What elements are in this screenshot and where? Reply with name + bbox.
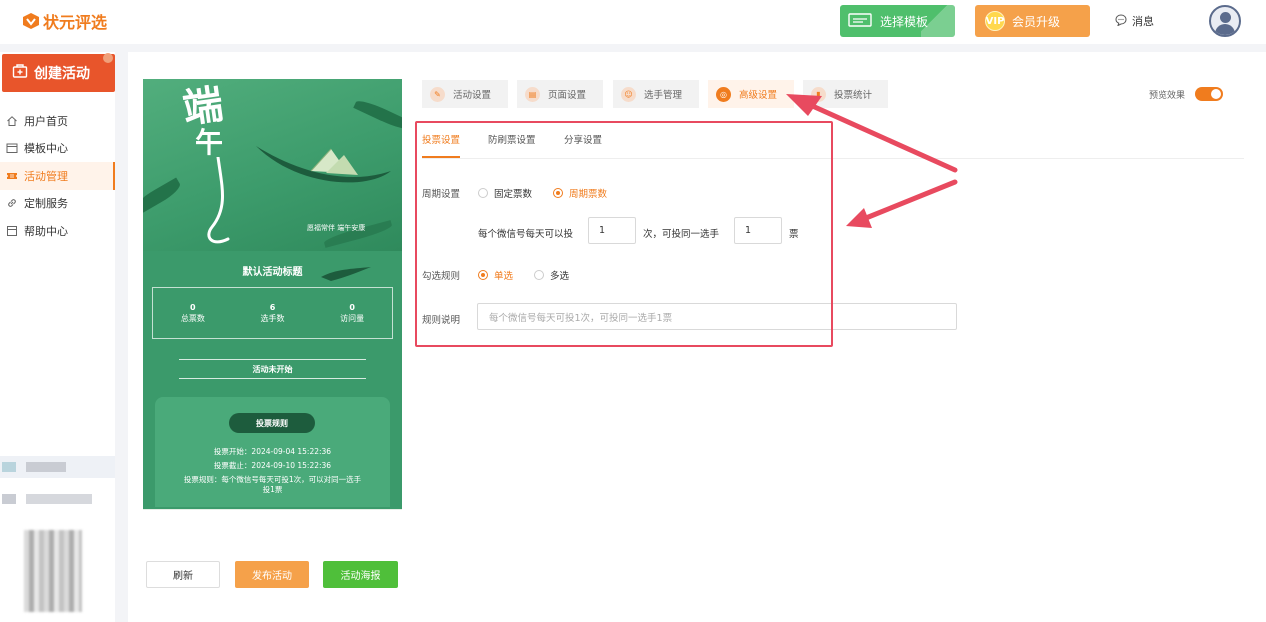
sidebar-item-label: 帮助中心 <box>24 224 68 238</box>
sidebar-item-home[interactable]: 用户首页 <box>0 107 115 135</box>
logo[interactable]: 状元评选 <box>22 9 107 33</box>
leaf-decoration <box>353 96 402 134</box>
vip-upgrade-button[interactable]: VIP 会员升级 <box>975 5 1090 37</box>
template-icon <box>6 142 18 154</box>
preview-stats: 0 总票数 6 选手数 0 访问量 <box>152 287 393 339</box>
sidebar-item-custom-service[interactable]: 定制服务 <box>0 190 115 218</box>
tab-label: 页面设置 <box>548 90 587 101</box>
vote-start: 投票开始：2024-09-04 15:22:36 <box>213 447 332 456</box>
tab-label: 选手管理 <box>644 90 683 101</box>
preview-tagline: 愿福常伴 端午安康 <box>307 223 365 233</box>
preview-banner: 端 午 愿福常伴 端午安康 <box>143 79 402 251</box>
decoration <box>921 5 955 37</box>
preview-toggle-label: 预览效果 <box>1149 90 1186 101</box>
preview-toggle-switch[interactable] <box>1195 87 1224 101</box>
leaf-decoration <box>143 177 184 215</box>
stat-value: 6 <box>269 303 276 312</box>
sidebar-item-label: 定制服务 <box>24 197 68 211</box>
page-settings-icon: ▤ <box>525 86 540 102</box>
sidebar-item-templates[interactable]: 模板中心 <box>0 135 115 163</box>
sidebar-item-label: 用户首页 <box>24 114 68 128</box>
stat-value: 0 <box>349 303 355 312</box>
tab-label: 高级设置 <box>739 90 778 101</box>
calligraphy-char: 午 <box>195 126 224 159</box>
stat-label: 选手数 <box>260 314 285 323</box>
activity-status: 活动未开始 <box>179 359 366 379</box>
chat-bubble-icon <box>1115 13 1127 29</box>
create-activity-label: 创建活动 <box>34 66 90 82</box>
blurred-info <box>0 488 115 510</box>
avatar-body <box>1215 24 1235 35</box>
sidebar-item-help[interactable]: 帮助中心 <box>0 217 115 245</box>
brush-stroke <box>207 157 230 244</box>
tab-advanced-settings[interactable]: ◎ 高级设置 <box>708 80 794 108</box>
stat-players: 6 选手数 <box>260 302 284 324</box>
vote-rule: 投票规则：每个微信号每天可投1次，可以对同一选手投1票 <box>183 475 362 494</box>
sidebar-item-label: 模板中心 <box>24 142 68 156</box>
stat-total-votes: 0 总票数 <box>181 302 205 324</box>
sidebar-nav: 用户首页 模板中心 活动管理 定制服务 帮助中心 <box>0 107 115 245</box>
tab-vote-statistics[interactable]: ▮ 投票统计 <box>803 80 888 108</box>
help-icon <box>6 225 18 237</box>
messages-label: 消息 <box>1132 15 1154 28</box>
qr-code <box>24 530 82 612</box>
statistics-icon: ▮ <box>811 86 826 102</box>
ticket-icon <box>6 170 18 182</box>
phone-preview: 端 午 愿福常伴 端午安康 默认活动标题 0 总票数 6 选手数 0 访问量 活… <box>143 79 402 510</box>
home-icon <box>6 115 18 127</box>
avatar[interactable] <box>1209 5 1241 37</box>
create-icon <box>12 63 28 83</box>
notification-dot <box>103 53 113 63</box>
top-bar: 状元评选 选择模板 VIP 会员升级 消息 <box>0 0 1266 44</box>
preview-toggle[interactable]: 预览效果 <box>1149 87 1224 101</box>
logo-icon <box>22 12 40 30</box>
tab-label: 投票统计 <box>834 90 873 101</box>
highlight-box <box>415 121 833 347</box>
brand-name: 状元评选 <box>43 13 108 32</box>
vip-icon: VIP <box>985 11 1005 31</box>
stat-visits: 0 访问量 <box>340 302 364 324</box>
swallow-icon <box>321 267 371 281</box>
calligraphy-title: 端 午 <box>179 80 227 159</box>
zongzi-boat-illustration <box>256 146 391 183</box>
sidebar-item-label: 活动管理 <box>24 169 68 183</box>
blurred-info <box>0 456 115 478</box>
link-icon <box>6 197 18 209</box>
tab-label: 活动设置 <box>453 90 492 101</box>
tab-page-settings[interactable]: ▤ 页面设置 <box>517 80 603 108</box>
sidebar: 创建活动 用户首页 模板中心 活动管理 定制服务 帮助中心 <box>0 52 115 622</box>
stat-label: 总票数 <box>180 314 205 323</box>
calligraphy-char: 端 <box>179 80 227 133</box>
create-activity-button[interactable]: 创建活动 <box>2 53 115 92</box>
tagline-text: 愿福常伴 端午安康 <box>307 224 366 232</box>
activity-poster-button[interactable]: 活动海报 <box>323 561 398 588</box>
publish-activity-button[interactable]: 发布活动 <box>235 561 309 588</box>
vote-end: 投票截止：2024-09-10 15:22:36 <box>213 461 332 470</box>
players-icon: ☺ <box>621 86 636 102</box>
stat-value: 0 <box>190 303 196 312</box>
stat-label: 访问量 <box>340 314 365 323</box>
messages-link[interactable]: 消息 <box>1115 13 1154 29</box>
template-icon <box>848 12 872 31</box>
refresh-button[interactable]: 刷新 <box>146 561 220 588</box>
select-template-button[interactable]: 选择模板 <box>840 5 955 37</box>
tab-activity-settings[interactable]: ✎ 活动设置 <box>422 80 508 108</box>
avatar-head <box>1220 12 1231 23</box>
preview-tabbar: 介绍 投票 排行 报名 <box>143 509 402 510</box>
advanced-settings-icon: ◎ <box>716 86 731 102</box>
rule-title: 投票规则 <box>229 413 315 433</box>
vip-upgrade-label: 会员升级 <box>1012 14 1061 29</box>
sidebar-item-activity-management[interactable]: 活动管理 <box>0 162 115 190</box>
tab-player-management[interactable]: ☺ 选手管理 <box>613 80 699 108</box>
activity-settings-icon: ✎ <box>430 86 445 102</box>
